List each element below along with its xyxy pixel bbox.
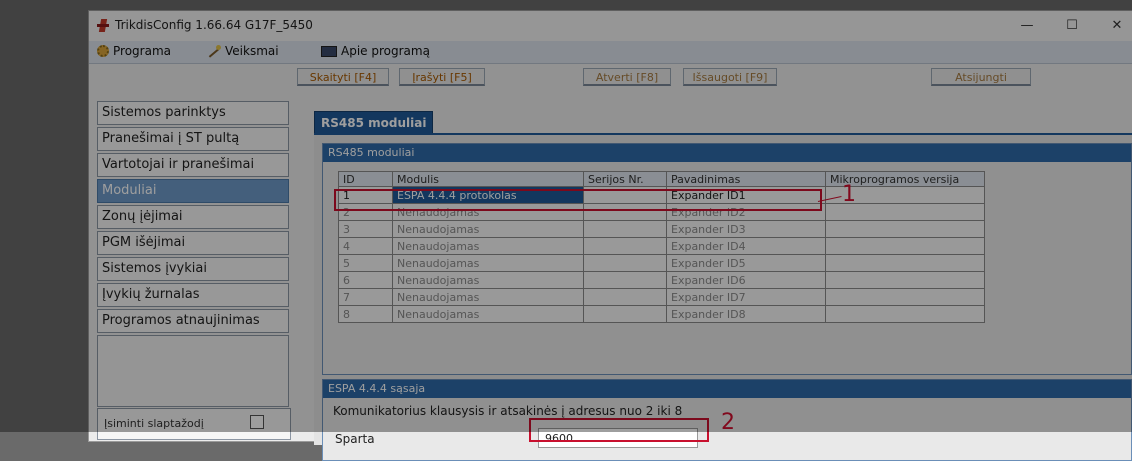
nav-item-pgm-isejimai[interactable]: PGM išėjimai: [97, 231, 289, 255]
nav-item-sistemos-parinktys[interactable]: Sistemos parinktys: [97, 101, 289, 125]
col-serijos-nr: Serijos Nr.: [583, 171, 667, 187]
save-button[interactable]: Išsaugoti [F9]: [683, 68, 777, 86]
nav-item-ivykiu-zurnalas[interactable]: Įvykių žurnalas: [97, 283, 289, 307]
cell-pavadinimas[interactable]: Expander ID7: [666, 288, 826, 306]
nav-item-zonu-iejimai[interactable]: Zonų įėjimai: [97, 205, 289, 229]
toolbar: Skaityti [F4] Įrašyti [F5] Atverti [F8] …: [89, 64, 1132, 92]
menu-apie-label: Apie programą: [341, 44, 430, 58]
cell-modulis[interactable]: Nenaudojamas: [392, 288, 584, 306]
cell-serijos-nr[interactable]: [583, 271, 667, 289]
cell-pavadinimas[interactable]: Expander ID6: [666, 271, 826, 289]
rs485-modules-header: RS485 moduliai: [323, 144, 1131, 162]
menu-apie[interactable]: Apie programą: [321, 44, 430, 58]
title-bar: TrikdisConfig 1.66.64 G17F_5450 — ☐ ✕: [89, 11, 1132, 41]
nav-item-pranesimai-st[interactable]: Pranešimai į ST pultą: [97, 127, 289, 151]
nav-item-programos-atnaujinimas[interactable]: Programos atnaujinimas: [97, 309, 289, 333]
cell-serijos-nr[interactable]: [583, 220, 667, 238]
close-button[interactable]: ✕: [1099, 14, 1132, 38]
tab-content: RS485 moduliai ID Modulis Serijos Nr. Pa…: [314, 133, 1132, 461]
cell-modulis[interactable]: Nenaudojamas: [392, 220, 584, 238]
highlight-row-1: [334, 189, 822, 211]
menu-veiksmai-label: Veiksmai: [225, 44, 279, 58]
cell-id[interactable]: 6: [338, 271, 393, 289]
rs485-modules-group: RS485 moduliai ID Modulis Serijos Nr. Pa…: [322, 143, 1132, 375]
cell-modulis[interactable]: Nenaudojamas: [392, 271, 584, 289]
remember-password-checkbox[interactable]: [250, 415, 264, 429]
table-row[interactable]: 8 Nenaudojamas Expander ID8: [338, 305, 985, 323]
cell-pavadinimas[interactable]: Expander ID3: [666, 220, 826, 238]
disconnect-button[interactable]: Atsijungti: [931, 68, 1031, 86]
nav-item-sistemos-ivykiai[interactable]: Sistemos įvykiai: [97, 257, 289, 281]
cell-modulis[interactable]: Nenaudojamas: [392, 305, 584, 323]
col-modulis: Modulis: [392, 171, 584, 187]
window-title: TrikdisConfig 1.66.64 G17F_5450: [115, 18, 313, 32]
cell-serijos-nr[interactable]: [583, 254, 667, 272]
minimize-button[interactable]: —: [1009, 14, 1045, 38]
cell-id[interactable]: 7: [338, 288, 393, 306]
annotation-2: 2: [721, 410, 735, 435]
espa-description: Komunikatorius klausysis ir atsakinės į …: [333, 404, 683, 418]
nav-empty-area: [97, 335, 289, 407]
table-header-row: ID Modulis Serijos Nr. Pavadinimas Mikro…: [338, 171, 985, 187]
maximize-button[interactable]: ☐: [1054, 14, 1090, 38]
sidebar-nav: Sistemos parinktys Pranešimai į ST pultą…: [97, 101, 289, 407]
cell-mikroprogramos[interactable]: [825, 271, 985, 289]
book-icon: [321, 45, 337, 57]
cell-pavadinimas[interactable]: Expander ID4: [666, 237, 826, 255]
nav-item-moduliai[interactable]: Moduliai: [97, 179, 289, 203]
cell-id[interactable]: 5: [338, 254, 393, 272]
menu-bar: Programa Veiksmai Apie programą: [89, 41, 1132, 64]
table-row[interactable]: 7 Nenaudojamas Expander ID7: [338, 288, 985, 306]
remember-password: Įsiminti slaptažodį: [97, 408, 291, 440]
menu-programa-label: Programa: [113, 44, 171, 58]
cell-serijos-nr[interactable]: [583, 288, 667, 306]
wand-icon: [207, 45, 221, 57]
write-button[interactable]: Įrašyti [F5]: [399, 68, 485, 86]
open-button[interactable]: Atverti [F8]: [583, 68, 671, 86]
table-row[interactable]: 5 Nenaudojamas Expander ID5: [338, 254, 985, 272]
cell-id[interactable]: 4: [338, 237, 393, 255]
cell-id[interactable]: 3: [338, 220, 393, 238]
nav-item-vartotojai[interactable]: Vartotojai ir pranešimai: [97, 153, 289, 177]
cell-serijos-nr[interactable]: [583, 237, 667, 255]
remember-password-label: Įsiminti slaptažodį: [104, 417, 204, 430]
cell-pavadinimas[interactable]: Expander ID8: [666, 305, 826, 323]
trikdis-app-icon: [97, 19, 109, 33]
tab-rs485-moduliai[interactable]: RS485 moduliai: [314, 111, 434, 135]
read-button[interactable]: Skaityti [F4]: [297, 68, 389, 86]
menu-veiksmai[interactable]: Veiksmai: [207, 44, 279, 58]
cell-modulis[interactable]: Nenaudojamas: [392, 254, 584, 272]
gear-icon: [97, 45, 109, 57]
highlight-speed: [529, 418, 709, 442]
cell-mikroprogramos[interactable]: [825, 220, 985, 238]
cell-id[interactable]: 8: [338, 305, 393, 323]
cell-pavadinimas[interactable]: Expander ID5: [666, 254, 826, 272]
table-row[interactable]: 6 Nenaudojamas Expander ID6: [338, 271, 985, 289]
table-row[interactable]: 3 Nenaudojamas Expander ID3: [338, 220, 985, 238]
app-window: TrikdisConfig 1.66.64 G17F_5450 — ☐ ✕ Pr…: [88, 10, 1132, 461]
cell-mikroprogramos[interactable]: [825, 288, 985, 306]
annotation-1: 1: [842, 182, 856, 207]
cell-serijos-nr[interactable]: [583, 305, 667, 323]
cell-mikroprogramos[interactable]: [825, 237, 985, 255]
col-id: ID: [338, 171, 393, 187]
col-pavadinimas: Pavadinimas: [666, 171, 826, 187]
cell-mikroprogramos[interactable]: [825, 305, 985, 323]
speed-label: Sparta: [335, 432, 375, 446]
cell-mikroprogramos[interactable]: [825, 254, 985, 272]
cell-modulis[interactable]: Nenaudojamas: [392, 237, 584, 255]
table-row[interactable]: 4 Nenaudojamas Expander ID4: [338, 237, 985, 255]
menu-programa[interactable]: Programa: [97, 44, 171, 58]
espa-header: ESPA 4.4.4 sąsaja: [323, 380, 1131, 398]
